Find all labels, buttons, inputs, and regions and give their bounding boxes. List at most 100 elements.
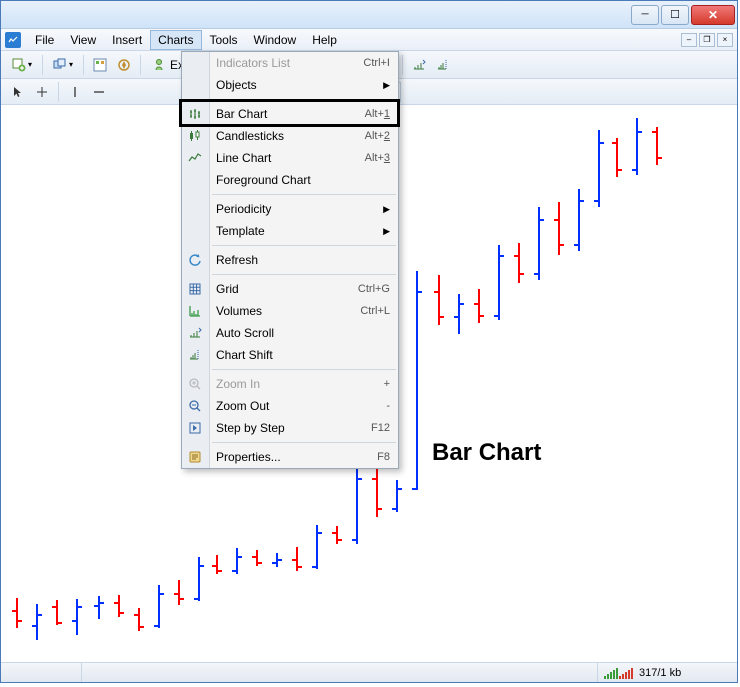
price-bar: [412, 107, 414, 660]
menu-window[interactable]: Window: [246, 30, 305, 50]
price-bar: [434, 107, 436, 660]
bar-chart-icon: [187, 106, 203, 122]
price-bar: [574, 107, 576, 660]
menu-separator: [212, 369, 396, 370]
crosshair-tool-button[interactable]: [31, 81, 53, 103]
inner-window-controls: – ❐ ×: [681, 33, 737, 47]
profiles-button[interactable]: ▾: [48, 54, 78, 76]
candlestick-icon: [187, 128, 203, 144]
price-bar: [594, 107, 596, 660]
menu-separator: [212, 99, 396, 100]
connection-bars-icon: [604, 667, 633, 679]
menu-foreground-chart[interactable]: Foreground Chart: [182, 169, 398, 191]
navigator-button[interactable]: [113, 54, 135, 76]
zoom-out-icon: [187, 398, 203, 414]
toolbar-separator: [140, 55, 141, 75]
price-bar: [32, 107, 34, 660]
status-connection[interactable]: 317/1 kb: [597, 663, 737, 682]
price-bar: [94, 107, 96, 660]
menu-grid[interactable]: Grid Ctrl+G: [182, 278, 398, 300]
menu-tools[interactable]: Tools: [202, 30, 246, 50]
menu-file[interactable]: File: [27, 30, 62, 50]
properties-icon: [187, 449, 203, 465]
price-bar: [72, 107, 74, 660]
menu-candlesticks[interactable]: Candlesticks Alt+2: [182, 125, 398, 147]
minimize-button[interactable]: ─: [631, 5, 659, 25]
chart-shift-button[interactable]: [432, 54, 454, 76]
menubar: File View Insert Charts Tools Window Hel…: [1, 29, 737, 51]
price-bar: [474, 107, 476, 660]
price-bar: [612, 107, 614, 660]
menu-separator: [212, 245, 396, 246]
cursor-tool-button[interactable]: [7, 81, 29, 103]
toolbar-separator: [402, 55, 403, 75]
menu-chart-shift[interactable]: Chart Shift: [182, 344, 398, 366]
price-bar: [174, 107, 176, 660]
menu-help[interactable]: Help: [304, 30, 345, 50]
refresh-icon: [187, 252, 203, 268]
price-bar: [632, 107, 634, 660]
menu-indicators-list: Indicators List Ctrl+I: [182, 52, 398, 74]
zoom-in-icon: [187, 376, 203, 392]
menu-separator: [212, 442, 396, 443]
toolbar-separator: [58, 82, 59, 102]
app-window: ─ ☐ ✕ File View Insert Charts Tools Wind…: [0, 0, 738, 683]
price-bar: [652, 107, 654, 660]
volumes-icon: [187, 303, 203, 319]
maximize-button[interactable]: ☐: [661, 5, 689, 25]
submenu-arrow-icon: ▶: [383, 204, 390, 215]
price-bar: [454, 107, 456, 660]
window-controls: ─ ☐ ✕: [631, 5, 735, 25]
chart-shift-icon: [187, 347, 203, 363]
statusbar: 317/1 kb: [1, 662, 737, 682]
toolbar-separator: [42, 55, 43, 75]
price-bar: [114, 107, 116, 660]
vertical-line-tool-button[interactable]: [64, 81, 86, 103]
menu-charts[interactable]: Charts: [150, 30, 201, 50]
annotation-bar-chart: Bar Chart: [432, 439, 541, 467]
inner-minimize-button[interactable]: –: [681, 33, 697, 47]
menu-zoom-out[interactable]: Zoom Out -: [182, 395, 398, 417]
submenu-arrow-icon: ▶: [383, 80, 390, 91]
inner-restore-button[interactable]: ❐: [699, 33, 715, 47]
price-bar: [554, 107, 556, 660]
grid-icon: [187, 281, 203, 297]
menu-template[interactable]: Template ▶: [182, 220, 398, 242]
line-chart-icon: [187, 150, 203, 166]
market-watch-button[interactable]: [89, 54, 111, 76]
menu-properties[interactable]: Properties... F8: [182, 446, 398, 468]
auto-scroll-icon: [187, 325, 203, 341]
menu-volumes[interactable]: Volumes Ctrl+L: [182, 300, 398, 322]
inner-close-button[interactable]: ×: [717, 33, 733, 47]
menu-insert[interactable]: Insert: [104, 30, 150, 50]
price-bar: [534, 107, 536, 660]
new-chart-button[interactable]: ▾: [7, 54, 37, 76]
titlebar: ─ ☐ ✕: [1, 1, 737, 29]
menu-line-chart[interactable]: Line Chart Alt+3: [182, 147, 398, 169]
menu-auto-scroll[interactable]: Auto Scroll: [182, 322, 398, 344]
connection-text: 317/1 kb: [639, 667, 681, 679]
menu-bar-chart[interactable]: Bar Chart Alt+1: [182, 103, 398, 125]
close-button[interactable]: ✕: [691, 5, 735, 25]
menu-refresh[interactable]: Refresh: [182, 249, 398, 271]
menu-periodicity[interactable]: Periodicity ▶: [182, 198, 398, 220]
app-icon: [5, 32, 21, 48]
status-section-empty: [81, 663, 597, 682]
submenu-arrow-icon: ▶: [383, 226, 390, 237]
price-bar: [12, 107, 14, 660]
charts-dropdown-menu: Indicators List Ctrl+I Objects ▶ Bar Cha…: [181, 51, 399, 469]
horizontal-line-tool-button[interactable]: [88, 81, 110, 103]
menu-objects[interactable]: Objects ▶: [182, 74, 398, 96]
price-bar: [514, 107, 516, 660]
menu-zoom-in: Zoom In +: [182, 373, 398, 395]
menu-separator: [212, 194, 396, 195]
toolbar-separator: [83, 55, 84, 75]
menu-step-by-step[interactable]: Step by Step F12: [182, 417, 398, 439]
price-bar: [134, 107, 136, 660]
price-bar: [154, 107, 156, 660]
menu-separator: [212, 274, 396, 275]
auto-scroll-button[interactable]: [408, 54, 430, 76]
step-icon: [187, 420, 203, 436]
menu-view[interactable]: View: [62, 30, 104, 50]
price-bar: [52, 107, 54, 660]
